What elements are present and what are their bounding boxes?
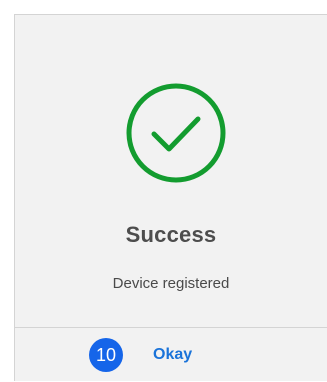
dialog-title: Success (125, 222, 217, 247)
okay-button[interactable]: Okay (153, 346, 192, 364)
dialog-footer: 10 Okay (15, 328, 327, 382)
success-dialog: Success Device registered 10 Okay (14, 14, 327, 381)
checkmark-circle-icon (126, 83, 226, 183)
step-badge: 10 (89, 338, 123, 372)
dialog-message: Device registered (112, 275, 230, 292)
